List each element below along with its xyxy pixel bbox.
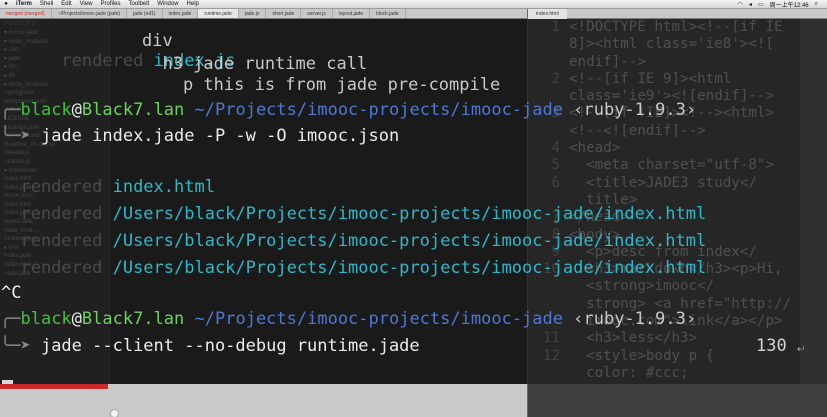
prompt-path: ~/Projects/imooc-projects/imooc-jade bbox=[194, 309, 563, 329]
code-line: div bbox=[142, 31, 173, 51]
output-line: rendered /Users/black/Projects/imooc-pro… bbox=[0, 258, 706, 280]
bottom-bar bbox=[0, 384, 527, 417]
output-line: rendered index.html bbox=[0, 177, 215, 199]
menu-toolbelt[interactable]: Toolbelt bbox=[125, 1, 154, 7]
terminal-scroll-edge bbox=[800, 19, 827, 384]
editor-tab[interactable]: jade (ed1) bbox=[127, 9, 163, 18]
right-pane-tab[interactable]: index.html bbox=[528, 9, 567, 19]
render-label: rendered bbox=[0, 177, 103, 197]
editor-tab[interactable]: runtime.jade bbox=[198, 9, 239, 18]
code-line: h3 jade runtime call bbox=[142, 54, 368, 74]
volume-icon[interactable]: ◂ bbox=[746, 1, 755, 8]
prompt-host: Black7.lan bbox=[81, 309, 185, 329]
editor-tab[interactable]: short.jade bbox=[266, 9, 302, 18]
search-icon[interactable]: ⌕ bbox=[812, 1, 821, 8]
editor-tab[interactable]: jade.js bbox=[239, 9, 267, 18]
terminal-window[interactable]: rendered index.js div h3 jade runtime ca… bbox=[0, 19, 800, 401]
editor-tab[interactable]: layout.jade bbox=[333, 9, 371, 18]
rendered-file: index.html bbox=[102, 177, 215, 197]
editor-tabbar: merged (merged) ~/Projects/imooc-jade (j… bbox=[0, 9, 527, 19]
prompt-ruby: ‹ruby-1.9.3› bbox=[573, 309, 697, 329]
exit-status: 130 ↵ bbox=[756, 336, 804, 356]
rendered-file: /Users/black/Projects/imooc-projects/imo… bbox=[102, 231, 707, 251]
prompt-user: black bbox=[20, 309, 72, 329]
prompt-arrow: ╰─➤ bbox=[0, 336, 41, 356]
prompt-ruby: ‹ruby-1.9.3› bbox=[573, 100, 697, 120]
progress-knob[interactable] bbox=[110, 409, 119, 417]
render-label: rendered bbox=[0, 258, 103, 278]
menu-shell[interactable]: Shell bbox=[36, 1, 57, 7]
command-text: jade --client --no-debug runtime.jade bbox=[40, 336, 420, 356]
menu-help[interactable]: Help bbox=[183, 1, 203, 7]
playback-progress[interactable] bbox=[0, 384, 108, 389]
editor-tab[interactable]: server.js bbox=[301, 9, 333, 18]
apple-icon[interactable]: ● bbox=[0, 1, 12, 7]
prompt-corner: ╭─ bbox=[0, 100, 21, 120]
interrupt-signal: ^C bbox=[1, 283, 22, 303]
prompt-at: @ bbox=[71, 309, 82, 329]
menubar: ● iTerm Shell Edit View Profiles Toolbel… bbox=[0, 0, 827, 9]
output-line: rendered /Users/black/Projects/imooc-pro… bbox=[0, 204, 706, 226]
right-pane-tabbar: index.html bbox=[527, 9, 827, 19]
prompt-line: ╭─black@Black7.lan ~/Projects/imooc-proj… bbox=[0, 100, 696, 122]
menu-edit[interactable]: Edit bbox=[57, 1, 75, 7]
render-label: rendered bbox=[0, 231, 103, 251]
command-text: jade index.jade -P -w -O imooc.json bbox=[40, 126, 400, 146]
editor-tab[interactable]: ~/Projects/imooc-jade (jade) bbox=[52, 9, 128, 18]
rendered-file: /Users/black/Projects/imooc-projects/imo… bbox=[102, 258, 707, 278]
prompt-user: black bbox=[20, 100, 72, 120]
command-line: ╰─➤ jade index.jade -P -w -O imooc.json bbox=[0, 126, 399, 148]
prompt-at: @ bbox=[71, 100, 82, 120]
menu-profiles[interactable]: Profiles bbox=[97, 1, 125, 7]
render-label: rendered bbox=[0, 204, 103, 224]
output-line: rendered /Users/black/Projects/imooc-pro… bbox=[0, 231, 706, 253]
prompt-arrow: ╰─➤ bbox=[0, 126, 41, 146]
editor-tab[interactable]: merged (merged) bbox=[0, 9, 52, 18]
command-line: ╰─➤ jade --client --no-debug runtime.jad… bbox=[0, 336, 420, 358]
exit-code: 130 bbox=[756, 336, 787, 356]
prompt-host: Black7.lan bbox=[81, 100, 185, 120]
status-area: ◠ ◂ ▭ 周一上午12:46 ⌕ bbox=[735, 0, 827, 9]
prompt-path: ~/Projects/imooc-projects/imooc-jade bbox=[194, 100, 563, 120]
editor-tab[interactable]: block.jade bbox=[370, 9, 406, 18]
menu-window[interactable]: Window bbox=[153, 1, 182, 7]
battery-icon[interactable]: ▭ bbox=[755, 1, 767, 8]
prompt-corner: ╭─ bbox=[0, 309, 21, 329]
render-label: rendered bbox=[40, 51, 144, 71]
code-line: p this is from jade pre-compile bbox=[142, 75, 501, 95]
terminal-line: rendered index.js bbox=[0, 31, 235, 71]
prompt-line: ╭─black@Black7.lan ~/Projects/imooc-proj… bbox=[0, 309, 696, 331]
rendered-file: /Users/black/Projects/imooc-projects/imo… bbox=[102, 204, 707, 224]
wifi-icon[interactable]: ◠ bbox=[735, 1, 746, 8]
menu-view[interactable]: View bbox=[76, 1, 97, 7]
editor-tab[interactable]: index.jade bbox=[163, 9, 199, 18]
menu-iterm[interactable]: iTerm bbox=[12, 1, 36, 7]
menubar-clock[interactable]: 周一上午12:46 bbox=[767, 0, 812, 9]
